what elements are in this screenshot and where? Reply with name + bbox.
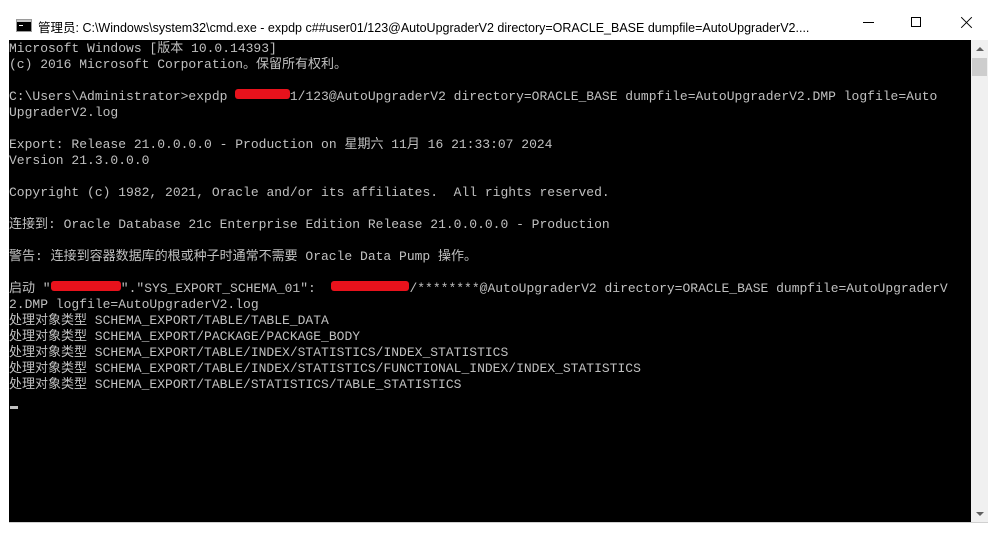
window-title: 管理员: C:\Windows\system32\cmd.exe - expdp… <box>38 21 810 35</box>
console-line: 处理对象类型 SCHEMA_EXPORT/TABLE/TABLE_DATA <box>9 313 971 329</box>
scroll-up-button[interactable] <box>971 40 988 57</box>
console-text-segment: 警告: 连接到容器数据库的根或种子时通常不需要 Oracle Data Pump… <box>9 249 478 264</box>
console-text-segment: 处理对象类型 SCHEMA_EXPORT/TABLE/INDEX/STATIST… <box>9 345 509 360</box>
console-line: 处理对象类型 SCHEMA_EXPORT/TABLE/INDEX/STATIST… <box>9 361 971 377</box>
close-button[interactable] <box>941 0 991 40</box>
console-text-segment: (c) 2016 Microsoft Corporation。保留所有权利。 <box>9 57 348 72</box>
scroll-thumb[interactable] <box>972 58 987 76</box>
text-cursor <box>10 406 18 409</box>
console-text-segment: /********@AutoUpgraderV2 directory=ORACL… <box>409 281 948 296</box>
close-icon <box>960 16 973 29</box>
minimize-button[interactable] <box>845 0 891 40</box>
console-text: Microsoft Windows [版本 10.0.14393] (c) 201… <box>9 41 971 393</box>
cmd-window: 管理员: C:\Windows\system32\cmd.exe - expdp… <box>0 0 1004 539</box>
minimize-icon <box>862 21 874 23</box>
scroll-down-arrow-icon <box>975 511 984 516</box>
title-bar[interactable]: 管理员: C:\Windows\system32\cmd.exe - expdp… <box>0 0 1004 40</box>
console-line: Version 21.3.0.0.0 <box>9 153 971 169</box>
console-line: (c) 2016 Microsoft Corporation。保留所有权利。 <box>9 57 971 73</box>
console-text-segment: 处理对象类型 SCHEMA_EXPORT/TABLE/STATISTICS/TA… <box>9 377 462 392</box>
console-text-segment: Copyright (c) 1982, 2021, Oracle and/or … <box>9 185 610 200</box>
vertical-scrollbar[interactable] <box>971 40 988 522</box>
console-text-segment: 启动 " <box>9 281 51 296</box>
console-text-segment: C:\Users\Administrator>expdp <box>9 89 236 104</box>
console-text-segment: 处理对象类型 SCHEMA_EXPORT/TABLE/INDEX/STATIST… <box>9 361 641 376</box>
window-bottom-border <box>9 522 988 523</box>
console-line: UpgraderV2.log <box>9 105 971 121</box>
console-line: 处理对象类型 SCHEMA_EXPORT/PACKAGE/PACKAGE_BOD… <box>9 329 971 345</box>
console-line: Export: Release 21.0.0.0.0 - Production … <box>9 137 971 153</box>
console-text-segment: Export: Release 21.0.0.0.0 - Production … <box>9 137 553 152</box>
scroll-up-arrow-icon <box>975 46 984 51</box>
console-line: C:\Users\Administrator>expdp 1/123@AutoU… <box>9 89 971 105</box>
console-text-segment: Microsoft Windows [版本 10.0.14393] <box>9 41 277 56</box>
console-text-segment: 2.DMP logfile=AutoUpgraderV2.log <box>9 297 259 312</box>
console-line: 处理对象类型 SCHEMA_EXPORT/TABLE/STATISTICS/TA… <box>9 377 971 393</box>
console-line: 警告: 连接到容器数据库的根或种子时通常不需要 Oracle Data Pump… <box>9 249 971 265</box>
console-line: 启动 " "."SYS_EXPORT_SCHEMA_01": /********@… <box>9 281 971 297</box>
console-output[interactable]: Microsoft Windows [版本 10.0.14393] (c) 201… <box>9 40 971 522</box>
console-line: Copyright (c) 1982, 2021, Oracle and/or … <box>9 185 971 201</box>
cmd-icon[interactable] <box>16 19 32 32</box>
scroll-down-button[interactable] <box>971 505 988 522</box>
console-text-segment: 1/123@AutoUpgraderV2 directory=ORACLE_BA… <box>289 89 938 104</box>
console-text-segment: 处理对象类型 SCHEMA_EXPORT/PACKAGE/PACKAGE_BOD… <box>9 329 361 344</box>
console-text-segment: UpgraderV2.log <box>9 105 119 120</box>
maximize-button[interactable] <box>893 0 939 40</box>
console-line: 2.DMP logfile=AutoUpgraderV2.log <box>9 297 971 313</box>
console-line: 处理对象类型 SCHEMA_EXPORT/TABLE/INDEX/STATIST… <box>9 345 971 361</box>
console-text-segment: 连接到: Oracle Database 21c Enterprise Edit… <box>9 217 610 232</box>
console-text-segment: Version 21.3.0.0.0 <box>9 153 150 168</box>
console-text-segment: "."SYS_EXPORT_SCHEMA_01": <box>120 281 332 296</box>
redaction-mark <box>50 281 121 291</box>
redaction-mark <box>331 281 410 291</box>
maximize-icon <box>911 17 921 27</box>
console-line: Microsoft Windows [版本 10.0.14393] <box>9 41 971 57</box>
console-line: 连接到: Oracle Database 21c Enterprise Edit… <box>9 217 971 233</box>
redaction-mark <box>235 89 290 99</box>
console-text-segment: 处理对象类型 SCHEMA_EXPORT/TABLE/TABLE_DATA <box>9 313 329 328</box>
